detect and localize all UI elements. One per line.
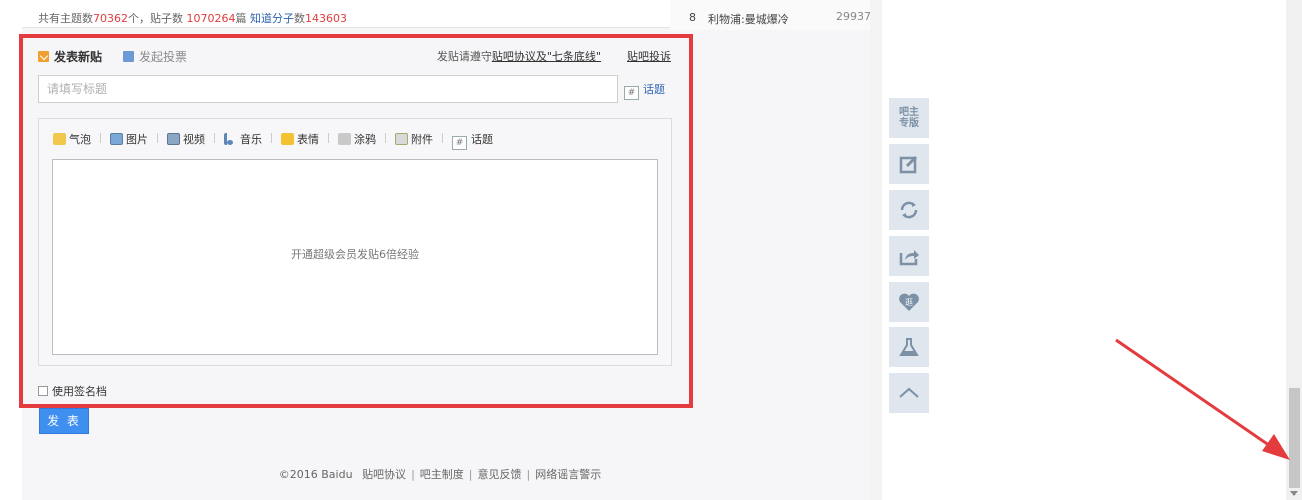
content-placeholder: 开通超级会员发贴6倍经验 bbox=[291, 248, 419, 261]
back-to-top-button[interactable] bbox=[889, 373, 929, 413]
toolbar-emoji-label: 表情 bbox=[297, 133, 319, 146]
rank-number: 8 bbox=[689, 11, 696, 24]
edit-button[interactable] bbox=[889, 144, 929, 184]
toolbar-emoji[interactable]: 表情 bbox=[281, 131, 319, 147]
editor-toolbar: 气泡 图片 视频 音乐 表情 涂鸦 附件 # 话题 bbox=[53, 131, 493, 150]
signature-option[interactable]: 使用签名档 bbox=[38, 383, 107, 399]
picture-icon bbox=[110, 133, 123, 145]
left-margin bbox=[0, 0, 22, 500]
rank-list-item[interactable]: 8 利物浦:曼城爆冷 29937 bbox=[670, 0, 871, 30]
toolbar-video[interactable]: 视频 bbox=[167, 131, 205, 147]
refresh-button[interactable] bbox=[889, 190, 929, 230]
toolbar-attachment-label: 附件 bbox=[411, 133, 433, 146]
edit-icon bbox=[899, 155, 918, 174]
topics-prefix: 共有主题数 bbox=[38, 12, 93, 25]
toolbar-picture-label: 图片 bbox=[126, 133, 148, 146]
members-link[interactable]: 知道分子 bbox=[250, 12, 294, 25]
submit-button[interactable]: 发 表 bbox=[39, 408, 89, 434]
posts-prefix: 贴子数 bbox=[150, 12, 187, 25]
scrollbar-thumb[interactable] bbox=[1289, 388, 1300, 488]
notice-prefix: 发贴请遵守 bbox=[436, 50, 492, 63]
toolbar-video-label: 视频 bbox=[183, 133, 205, 146]
moderator-panel-button[interactable]: 吧主 专版 bbox=[889, 98, 929, 138]
heart-badge-icon: 逛 bbox=[899, 293, 919, 311]
toolbar-topic[interactable]: # 话题 bbox=[452, 131, 493, 150]
title-topic-button[interactable]: # 话题 bbox=[624, 81, 665, 100]
scroll-down-icon[interactable] bbox=[1290, 491, 1298, 496]
toolbar-music-label: 音乐 bbox=[240, 133, 262, 146]
lab-button[interactable] bbox=[889, 327, 929, 367]
topics-unit: 个， bbox=[128, 12, 150, 25]
forum-stats: 共有主题数70362个，贴子数 1070264篇 知道分子数143603 bbox=[22, 0, 670, 28]
title-input[interactable] bbox=[38, 75, 618, 103]
toolbar-topic-label: 话题 bbox=[471, 133, 493, 146]
rules-link[interactable]: 贴吧协议及"七条底线" bbox=[492, 50, 601, 63]
topics-count: 70362 bbox=[93, 12, 128, 25]
toolbar-bubble[interactable]: 气泡 bbox=[53, 131, 91, 147]
doodle-icon bbox=[338, 133, 351, 145]
signature-label: 使用签名档 bbox=[52, 385, 107, 398]
members-count: 143603 bbox=[305, 12, 347, 25]
moderator-label-2: 专版 bbox=[899, 118, 919, 129]
chevron-up-icon bbox=[899, 387, 919, 398]
topic-icon: # bbox=[452, 136, 467, 150]
toolbar-bubble-label: 气泡 bbox=[69, 133, 91, 146]
footer-link-rumor[interactable]: 网络谣言警示 bbox=[535, 468, 601, 481]
refresh-icon bbox=[900, 201, 918, 219]
tab-new-post[interactable]: 发表新贴 bbox=[38, 48, 102, 65]
tab-start-vote[interactable]: 发起投票 bbox=[123, 48, 187, 65]
toolbar-doodle-label: 涂鸦 bbox=[354, 133, 376, 146]
rank-title[interactable]: 利物浦:曼城爆冷 bbox=[708, 11, 789, 27]
members-prefix: 数 bbox=[294, 12, 305, 25]
toolbar-picture[interactable]: 图片 bbox=[110, 131, 148, 147]
footer-link-moderator[interactable]: 吧主制度 bbox=[420, 468, 464, 481]
signature-checkbox[interactable] bbox=[38, 386, 48, 396]
pen-icon bbox=[38, 51, 49, 62]
editor-notice: 发贴请遵守贴吧协议及"七条底线" 贴吧投诉 bbox=[437, 48, 671, 64]
toolbar-music[interactable]: 音乐 bbox=[224, 131, 262, 147]
copyright: ©2016 Baidu bbox=[278, 468, 353, 481]
post-editor: 发表新贴 发起投票 发贴请遵守贴吧协议及"七条底线" 贴吧投诉 # 话题 气泡 图片 视… bbox=[22, 38, 688, 404]
footer: ©2016 Baidu 贴吧协议 | 吧主制度 | 意见反馈 | 网络谣言警示 bbox=[278, 468, 602, 481]
report-link[interactable]: 贴吧投诉 bbox=[627, 50, 671, 63]
toolbar-attachment[interactable]: 附件 bbox=[395, 131, 433, 147]
heart-badge-text: 逛 bbox=[905, 297, 913, 307]
flask-icon bbox=[899, 338, 919, 356]
share-icon bbox=[899, 250, 919, 266]
footer-link-feedback[interactable]: 意见反馈 bbox=[478, 468, 522, 481]
moderator-label-1: 吧主 bbox=[899, 107, 919, 118]
video-icon bbox=[167, 133, 180, 145]
content-textarea[interactable]: 开通超级会员发贴6倍经验 bbox=[52, 159, 658, 355]
tab-new-post-label: 发表新贴 bbox=[54, 50, 103, 64]
rank-count: 29937 bbox=[836, 10, 871, 23]
toolbar-doodle[interactable]: 涂鸦 bbox=[338, 131, 376, 147]
attachment-icon bbox=[395, 133, 408, 145]
bubble-icon bbox=[53, 133, 66, 145]
heart-badge-button[interactable]: 逛 bbox=[889, 282, 929, 322]
emoji-icon bbox=[281, 133, 294, 145]
hash-icon: # bbox=[624, 86, 639, 100]
content-editor-box: 气泡 图片 视频 音乐 表情 涂鸦 附件 # 话题 开通超级会员发贴6倍经验 bbox=[38, 118, 672, 366]
music-icon bbox=[224, 133, 237, 145]
posts-unit: 篇 bbox=[235, 12, 250, 25]
footer-link-agreement[interactable]: 贴吧协议 bbox=[362, 468, 406, 481]
tab-start-vote-label: 发起投票 bbox=[139, 50, 188, 64]
bar-chart-icon bbox=[123, 51, 134, 62]
share-button[interactable] bbox=[889, 236, 929, 276]
title-topic-label: 话题 bbox=[643, 83, 665, 96]
posts-count: 1070264 bbox=[186, 12, 236, 25]
